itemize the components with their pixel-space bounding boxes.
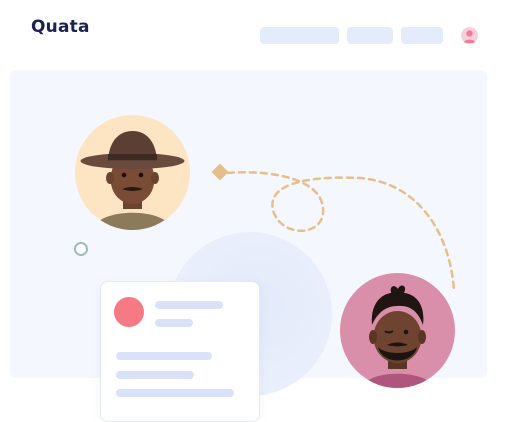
diamond-marker	[211, 163, 229, 181]
card-subtitle-skeleton	[155, 319, 193, 327]
avatar-man-beard-icon	[362, 285, 433, 388]
portrait-left	[75, 115, 190, 230]
profile-skeleton-card	[100, 281, 260, 422]
portrait-right	[340, 273, 455, 388]
card-text-line-3	[116, 389, 234, 397]
card-avatar-placeholder	[114, 297, 144, 327]
card-text-line-2	[116, 371, 194, 379]
card-text-line-1	[116, 352, 212, 360]
card-title-skeleton	[155, 301, 223, 309]
avatar-man-cowboy-hat-icon	[80, 131, 185, 230]
decorative-ring-dot	[74, 242, 88, 256]
